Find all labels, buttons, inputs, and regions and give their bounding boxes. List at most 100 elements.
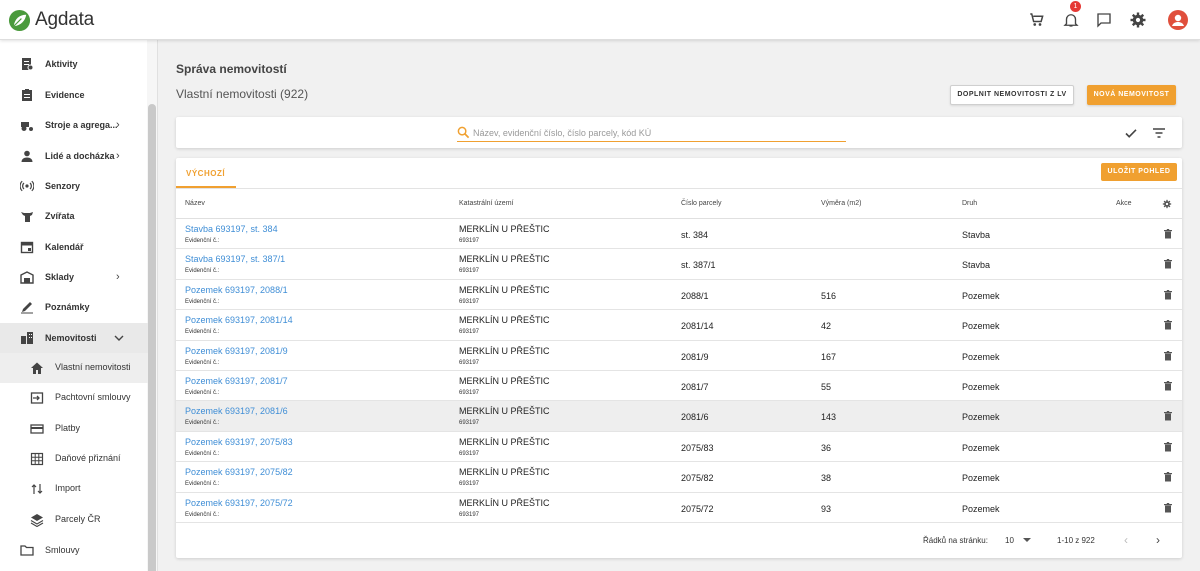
sidebar-item-stroje[interactable]: Stroje a agrega... › — [0, 110, 148, 140]
chevron-right-icon: › — [116, 119, 120, 131]
table-row[interactable]: Pozemek 693197, 2081/9 Evidenční č.: MERKL… — [176, 341, 1182, 371]
cadastral-area: MERKLÍN U PŘEŠTIC — [459, 254, 550, 265]
cart-icon[interactable] — [1028, 11, 1046, 29]
sidebar-subitem-danove-priznani[interactable]: Daňové přiznání — [0, 444, 148, 474]
calendar-icon — [20, 241, 34, 254]
sidebar-item-zvirata[interactable]: Zvířata — [0, 201, 148, 231]
delete-icon[interactable] — [1164, 502, 1172, 513]
layers-icon — [30, 514, 44, 527]
cadastral-area: MERKLÍN U PŘEŠTIC — [459, 284, 550, 295]
evidence-number: Evidenční č.: — [185, 268, 220, 275]
chevron-right-icon: › — [116, 150, 120, 162]
sidebar-item-label: Evidence — [45, 90, 85, 100]
delete-icon[interactable] — [1164, 320, 1172, 330]
sidebar-subitem-pachtovni-smlouvy[interactable]: Pachtovní smlouvy — [0, 383, 148, 413]
property-name-link[interactable]: Pozemek 693197, 2075/82 — [185, 467, 293, 477]
previous-page-button[interactable]: ‹ — [1124, 533, 1136, 547]
sidebar-item-nemovitosti[interactable]: Nemovitosti — [0, 323, 148, 353]
gear-icon[interactable] — [1129, 11, 1147, 29]
sidebar-subitem-parcely-cr[interactable]: Parcely ČR — [0, 505, 148, 535]
table-row[interactable]: Pozemek 693197, 2075/82 Evidenční č.: MERK… — [176, 462, 1182, 493]
evidence-number: Evidenční č.: — [185, 390, 220, 396]
page-subtitle: Vlastní nemovitosti (922) — [176, 87, 309, 101]
delete-icon[interactable] — [1164, 381, 1172, 391]
sidebar-item-label: Sklady — [45, 272, 75, 282]
sidebar-item-label: Smlouvy — [45, 545, 80, 555]
cadastral-area: MERKLÍN U PŘEŠTIC — [459, 315, 550, 326]
sidebar-subitem-label: Vlastní nemovitosti — [55, 362, 131, 372]
cadastral-area-code: 693197 — [459, 238, 480, 244]
parcel-number: st. 387/1 — [681, 260, 716, 271]
property-name-link[interactable]: Pozemek 693197, 2081/14 — [185, 315, 293, 325]
property-name-link[interactable]: Stavba 693197, st. 384 — [185, 224, 278, 234]
new-property-button[interactable]: NOVÁ NEMOVITOST — [1087, 85, 1176, 105]
property-name-link[interactable]: Pozemek 693197, 2081/9 — [185, 346, 288, 356]
property-name-link[interactable]: Pozemek 693197, 2075/83 — [185, 437, 293, 447]
column-header-type[interactable]: Druh — [962, 200, 977, 207]
delete-icon[interactable] — [1164, 441, 1172, 452]
column-header-name[interactable]: Název — [185, 200, 205, 207]
column-settings-gear-icon[interactable] — [1162, 199, 1172, 209]
tab-default-view[interactable]: VÝCHOZÍ — [176, 158, 236, 188]
sidebar-item-sklady[interactable]: Sklady › — [0, 262, 148, 292]
table-row[interactable]: Stavba 693197, st. 387/1 Evidenční č.: MER… — [176, 249, 1182, 280]
sidebar-item-kalendar[interactable]: Kalendář — [0, 232, 148, 262]
cadastral-area: MERKLÍN U PŘEŠTIC — [459, 345, 550, 356]
sidebar-item-smlouvy[interactable]: Smlouvy — [0, 535, 148, 565]
folder-icon — [20, 545, 34, 556]
table-row[interactable]: Pozemek 693197, 2081/7 Evidenční č.: MERKL… — [176, 371, 1182, 402]
delete-icon[interactable] — [1164, 411, 1172, 421]
sidebar-item-senzory[interactable]: Senzory — [0, 171, 148, 201]
home-icon — [31, 362, 43, 374]
sidebar-item-aktivity[interactable]: Aktivity — [0, 49, 148, 79]
search-input[interactable] — [473, 125, 845, 141]
parcel-number: 2075/82 — [681, 473, 714, 484]
delete-icon[interactable] — [1164, 350, 1172, 361]
save-view-button[interactable]: ULOŽIT POHLED — [1101, 163, 1177, 181]
evidence-number: Evidenční č.: — [185, 420, 220, 427]
delete-icon[interactable] — [1164, 259, 1172, 269]
property-name-link[interactable]: Stavba 693197, st. 387/1 — [185, 254, 285, 264]
sidebar-item-label: Senzory — [45, 181, 81, 191]
filter-icon[interactable] — [1152, 126, 1166, 140]
property-name-link[interactable]: Pozemek 693197, 2081/6 — [185, 406, 288, 416]
user-avatar[interactable] — [1168, 10, 1188, 30]
next-page-button[interactable]: › — [1156, 533, 1168, 547]
table-row[interactable]: Pozemek 693197, 2075/83 Evidenční č.: MERK… — [176, 432, 1182, 463]
fill-from-lv-button[interactable]: DOPLNIT NEMOVITOSTI Z LV — [950, 85, 1074, 105]
property-name-link[interactable]: Pozemek 693197, 2088/1 — [185, 285, 288, 295]
app-logo[interactable]: Agdata — [8, 8, 94, 32]
rows-per-page-value: 10 — [1005, 536, 1014, 545]
delete-icon[interactable] — [1164, 229, 1172, 239]
sidebar-subitem-vlastni-nemovitosti[interactable]: Vlastní nemovitosti — [0, 353, 148, 383]
table-row[interactable]: Pozemek 693197, 2088/1 Evidenční č.: MERKL… — [176, 280, 1182, 311]
property-name-link[interactable]: Pozemek 693197, 2075/72 — [185, 498, 293, 508]
sidebar-item-lide[interactable]: Lidé a docházka › — [0, 141, 148, 171]
column-header-ku[interactable]: Katastrální území — [459, 200, 513, 207]
property-type: Pozemek — [962, 473, 1000, 484]
sidebar-subitem-platby[interactable]: Platby — [0, 414, 148, 444]
sidebar-item-evidence[interactable]: Evidence — [0, 80, 148, 110]
import-icon — [31, 484, 43, 494]
evidence-number: Evidenční č.: — [185, 238, 220, 244]
sidebar-item-poznamky[interactable]: Poznámky — [0, 292, 148, 322]
delete-icon[interactable] — [1164, 289, 1172, 300]
property-name-link[interactable]: Pozemek 693197, 2081/7 — [185, 376, 288, 386]
table-row[interactable]: Pozemek 693197, 2081/14 Evidenční č.: MERK… — [176, 310, 1182, 341]
table-row[interactable]: Stavba 693197, st. 384 Evidenční č.: MERKL… — [176, 219, 1182, 250]
sidebar-subitem-label: Daňové přiznání — [55, 453, 121, 463]
table-row[interactable]: Pozemek 693197, 2081/6 Evidenční č.: MERKL… — [176, 401, 1182, 432]
rows-per-page-select[interactable]: 10 — [1005, 533, 1033, 547]
cadastral-area-code: 693197 — [459, 450, 480, 457]
table-row[interactable]: Pozemek 693197, 2075/72 Evidenční č.: MERK… — [176, 493, 1182, 523]
notifications-button[interactable]: 1 — [1062, 1, 1081, 29]
check-icon[interactable] — [1124, 126, 1138, 140]
sidebar-scrollbar-thumb[interactable] — [148, 104, 156, 571]
column-header-area[interactable]: Výměra (m2) — [821, 200, 861, 207]
sidebar-subitem-import[interactable]: Import — [0, 474, 148, 504]
cadastral-area: MERKLÍN U PŘEŠTIC — [459, 224, 550, 234]
delete-icon[interactable] — [1164, 472, 1172, 482]
cadastral-area-code: 693197 — [459, 390, 480, 396]
chat-icon[interactable] — [1095, 11, 1113, 29]
column-header-parcel[interactable]: Číslo parcely — [681, 200, 721, 207]
